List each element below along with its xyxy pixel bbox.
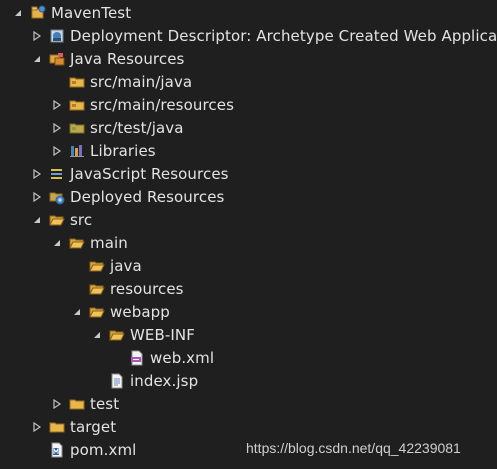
tree-item-javascript-resources[interactable]: JavaScript Resources	[31, 162, 229, 185]
tree-item-label: webapp	[110, 302, 170, 321]
no-arrow-spacer	[111, 352, 123, 364]
tree-item-target[interactable]: target	[31, 415, 116, 438]
deployment-descriptor-icon	[49, 28, 65, 44]
tree-item-java[interactable]: java	[71, 254, 142, 277]
expanded-arrow-icon[interactable]	[31, 53, 43, 65]
tree-item-test[interactable]: test	[51, 392, 119, 415]
tree-item-java-resources[interactable]: Java Resources	[31, 47, 184, 70]
tree-item-src-main-java[interactable]: src/main/java	[51, 70, 192, 93]
tree-item-label: Deployed Resources	[70, 187, 225, 206]
tree-item-label: resources	[110, 279, 184, 298]
open-folder-icon	[109, 327, 125, 343]
tree-item-label: pom.xml	[70, 440, 137, 459]
expanded-arrow-icon[interactable]	[91, 329, 103, 341]
tree-item-label: web.xml	[150, 348, 215, 367]
open-folder-icon	[49, 212, 65, 228]
tree-item-label: main	[90, 233, 128, 252]
collapsed-arrow-icon[interactable]	[51, 122, 63, 134]
expanded-arrow-icon[interactable]	[71, 306, 83, 318]
tree-item-label: Libraries	[90, 141, 156, 160]
maven-pom-file-icon	[49, 442, 65, 458]
tree-item-label: java	[110, 256, 142, 275]
folder-icon	[69, 396, 85, 412]
tree-item-web-inf[interactable]: WEB-INF	[91, 323, 195, 346]
expanded-arrow-icon[interactable]	[31, 214, 43, 226]
tree-item-web-xml[interactable]: web.xml	[111, 346, 214, 369]
test-package-folder-icon	[69, 120, 85, 136]
tree-item-deployment-descriptor[interactable]: Deployment Descriptor: Archetype Created…	[31, 24, 497, 47]
tree-item-label: MavenTest	[51, 3, 132, 22]
xml-file-icon	[129, 350, 145, 366]
watermark-url: https://blog.csdn.net/qq_42239081	[246, 440, 461, 456]
collapsed-arrow-icon[interactable]	[31, 191, 43, 203]
tree-item-label: Deployment Descriptor: Archetype Created…	[70, 26, 497, 45]
tree-item-label: index.jsp	[130, 371, 199, 390]
tree-item-label: WEB-INF	[130, 325, 195, 344]
folder-icon	[49, 419, 65, 435]
tree-item-label: target	[70, 417, 117, 436]
web-project-icon	[30, 5, 46, 21]
tree-item-deployed-resources[interactable]: Deployed Resources	[31, 185, 224, 208]
open-folder-icon	[69, 235, 85, 251]
jsp-file-icon	[109, 373, 125, 389]
open-folder-icon	[89, 281, 105, 297]
collapsed-arrow-icon[interactable]	[51, 398, 63, 410]
no-arrow-spacer	[91, 375, 103, 387]
java-resources-icon	[49, 51, 65, 67]
package-folder-icon	[69, 97, 85, 113]
tree-item-libraries[interactable]: Libraries	[51, 139, 156, 162]
open-folder-icon	[89, 258, 105, 274]
tree-item-index-jsp[interactable]: index.jsp	[91, 369, 198, 392]
deployed-resources-icon	[49, 189, 65, 205]
collapsed-arrow-icon[interactable]	[31, 30, 43, 42]
no-arrow-spacer	[71, 283, 83, 295]
tree-item-pom-xml[interactable]: pom.xml	[31, 438, 136, 461]
tree-item-maventest[interactable]: MavenTest	[12, 1, 131, 24]
no-arrow-spacer	[51, 76, 63, 88]
tree-item-label: src	[70, 210, 93, 229]
expanded-arrow-icon[interactable]	[51, 237, 63, 249]
tree-item-webapp[interactable]: webapp	[71, 300, 170, 323]
collapsed-arrow-icon[interactable]	[51, 145, 63, 157]
collapsed-arrow-icon[interactable]	[51, 99, 63, 111]
tree-item-resources[interactable]: resources	[71, 277, 184, 300]
partial-next-item	[28, 463, 58, 469]
javascript-resources-icon	[49, 166, 65, 182]
tree-item-label: test	[90, 394, 120, 413]
tree-item-label: Java Resources	[70, 49, 185, 68]
tree-item-label: JavaScript Resources	[70, 164, 229, 183]
package-folder-icon	[69, 74, 85, 90]
libraries-icon	[69, 143, 85, 159]
no-arrow-spacer	[71, 260, 83, 272]
collapsed-arrow-icon[interactable]	[31, 168, 43, 180]
tree-item-src-main-resources[interactable]: src/main/resources	[51, 93, 234, 116]
collapsed-arrow-icon[interactable]	[31, 421, 43, 433]
project-explorer-tree: MavenTest Deployment Descriptor: Archety…	[0, 0, 497, 469]
tree-item-src[interactable]: src	[31, 208, 92, 231]
tree-item-src-test-java[interactable]: src/test/java	[51, 116, 184, 139]
expanded-arrow-icon[interactable]	[12, 7, 24, 19]
tree-item-label: src/test/java	[90, 118, 184, 137]
tree-item-main[interactable]: main	[51, 231, 128, 254]
tree-item-label: src/main/java	[90, 72, 193, 91]
no-arrow-spacer	[31, 444, 43, 456]
tree-item-label: src/main/resources	[90, 95, 234, 114]
open-folder-icon	[89, 304, 105, 320]
